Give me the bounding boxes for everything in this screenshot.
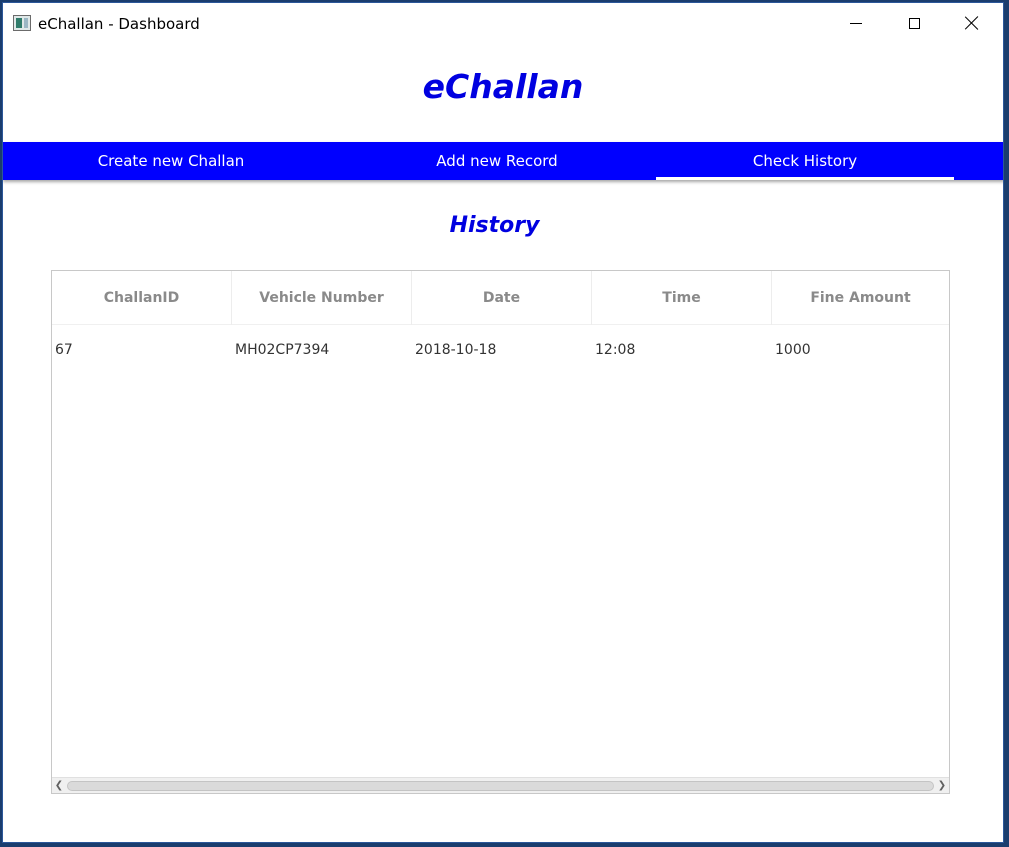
- tab-check-history[interactable]: Check History: [656, 142, 954, 180]
- horizontal-scrollbar[interactable]: ❮ ❯: [52, 777, 949, 793]
- history-table[interactable]: ChallanID Vehicle Number Date Time Fine …: [51, 270, 950, 794]
- app-title: eChallan: [422, 67, 584, 106]
- cell-date: 2018-10-18: [415, 342, 497, 358]
- column-header-time[interactable]: Time: [592, 271, 772, 325]
- close-button[interactable]: [943, 3, 1001, 43]
- cell-vehicle-number: MH02CP7394: [235, 342, 330, 358]
- column-header-fine-amount[interactable]: Fine Amount: [772, 271, 949, 325]
- app-icon: [13, 15, 31, 31]
- table-row[interactable]: 67 MH02CP7394 2018-10-18 12:08 1000: [52, 325, 949, 375]
- close-icon: [965, 16, 979, 30]
- minimize-button[interactable]: [827, 3, 885, 43]
- maximize-icon: [908, 17, 920, 29]
- chevron-left-icon[interactable]: ❮: [52, 778, 66, 793]
- nav-bar: Create new Challan Add new Record Check …: [3, 142, 1003, 180]
- app-window: eChallan - Dashboard eChallan Create new…: [2, 2, 1004, 843]
- column-header-challan-id[interactable]: ChallanID: [52, 271, 232, 325]
- tab-add-new-record[interactable]: Add new Record: [339, 142, 655, 180]
- window-title: eChallan - Dashboard: [38, 15, 200, 33]
- title-bar[interactable]: eChallan - Dashboard: [3, 3, 1003, 43]
- table-body: 67 MH02CP7394 2018-10-18 12:08 1000: [52, 325, 949, 375]
- scrollbar-thumb[interactable]: [67, 781, 934, 791]
- section-title: History: [449, 213, 540, 238]
- chevron-right-icon[interactable]: ❯: [935, 778, 949, 793]
- column-header-vehicle-number[interactable]: Vehicle Number: [232, 271, 412, 325]
- cell-fine-amount: 1000: [775, 342, 811, 358]
- tab-create-new-challan[interactable]: Create new Challan: [3, 142, 339, 180]
- maximize-button[interactable]: [885, 3, 943, 43]
- cell-challan-id: 67: [55, 342, 73, 358]
- column-header-date[interactable]: Date: [412, 271, 592, 325]
- table-header: ChallanID Vehicle Number Date Time Fine …: [52, 271, 949, 325]
- minimize-icon: [850, 22, 862, 24]
- cell-time: 12:08: [595, 342, 636, 358]
